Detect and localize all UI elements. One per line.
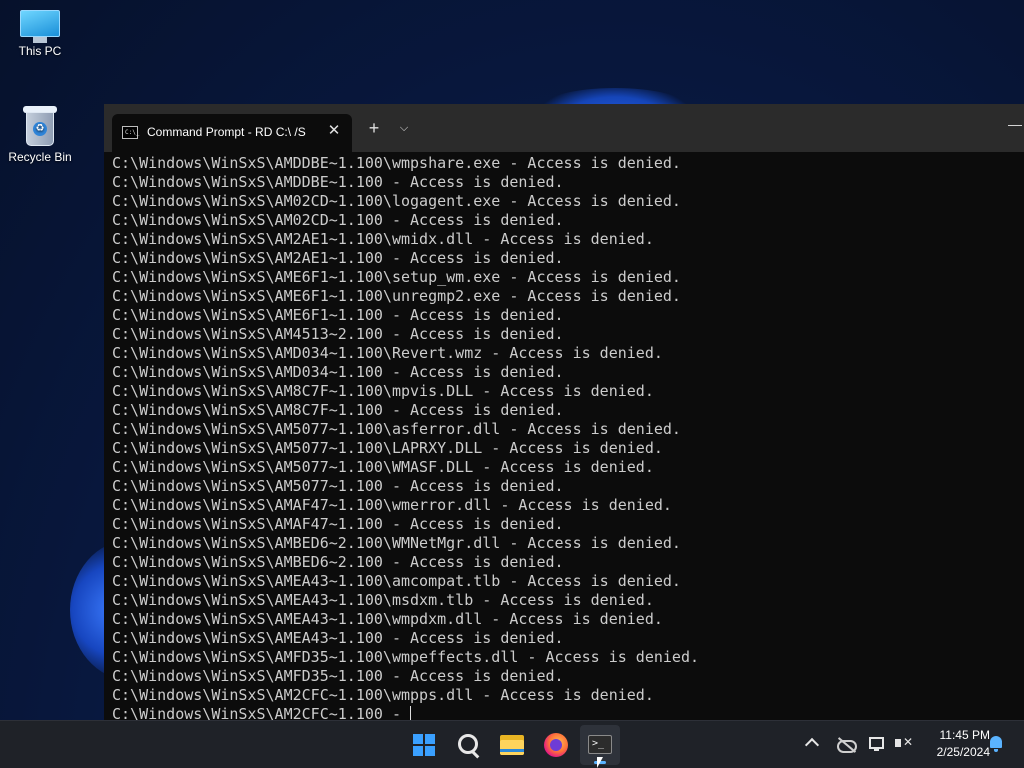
- console-line: C:\Windows\WinSxS\AMD034~1.100 - Access …: [112, 363, 564, 381]
- close-tab-icon[interactable]: ✕: [324, 121, 344, 141]
- windows-logo-icon: [413, 734, 435, 756]
- console-line: C:\Windows\WinSxS\AM4513~2.100 - Access …: [112, 325, 564, 343]
- console-line: C:\Windows\WinSxS\AMD034~1.100\Revert.wm…: [112, 344, 663, 362]
- onedrive-offline-icon[interactable]: [834, 721, 858, 768]
- notification-bell-icon[interactable]: [988, 736, 1004, 752]
- console-line: C:\Windows\WinSxS\AM2AE1~1.100\wmidx.dll…: [112, 230, 654, 248]
- desktop-icon-recycle-bin[interactable]: ♻ Recycle Bin: [0, 106, 80, 164]
- chevron-up-icon: [804, 737, 820, 753]
- console-line: C:\Windows\WinSxS\AMDDBE~1.100\wmpshare.…: [112, 154, 681, 172]
- new-tab-button[interactable]: +: [362, 116, 386, 140]
- clock[interactable]: 11:45 PM 2/25/2024: [920, 727, 990, 761]
- network-icon[interactable]: [866, 721, 890, 768]
- console-line: C:\Windows\WinSxS\AM5077~1.100\LAPRXY.DL…: [112, 439, 663, 457]
- text-cursor: [410, 706, 412, 720]
- console-line: C:\Windows\WinSxS\AMBED6~2.100 - Access …: [112, 553, 564, 571]
- search-button[interactable]: [448, 725, 488, 765]
- console-line: C:\Windows\WinSxS\AM2CFC~1.100\wmpps.dll…: [112, 686, 654, 704]
- terminal-icon: >_: [588, 735, 612, 754]
- console-line: C:\Windows\WinSxS\AM8C7F~1.100\mpvis.DLL…: [112, 382, 654, 400]
- desktop-icon-label: Recycle Bin: [8, 150, 72, 164]
- console-line: C:\Windows\WinSxS\AMEA43~1.100\amcompat.…: [112, 572, 681, 590]
- desktop-icon-label: This PC: [18, 44, 62, 58]
- console-line: C:\Windows\WinSxS\AME6F1~1.100 - Access …: [112, 306, 564, 324]
- console-line: C:\Windows\WinSxS\AME6F1~1.100\unregmp2.…: [112, 287, 681, 305]
- console-line: C:\Windows\WinSxS\AM02CD~1.100 - Access …: [112, 211, 564, 229]
- console-line: C:\Windows\WinSxS\AM5077~1.100\asferror.…: [112, 420, 681, 438]
- this-pc-icon: [20, 10, 60, 43]
- tab-title: Command Prompt - RD C:\ /S: [147, 125, 306, 139]
- mouse-pointer-icon: [597, 757, 603, 768]
- console-current-line: C:\Windows\WinSxS\AM2CFC~1.100 -: [112, 705, 1016, 720]
- console-line: C:\Windows\WinSxS\AMDDBE~1.100 - Access …: [112, 173, 564, 191]
- clock-time: 11:45 PM: [939, 728, 990, 742]
- console-output[interactable]: C:\Windows\WinSxS\AMDDBE~1.100\wmpshare.…: [112, 154, 1016, 720]
- console-line: C:\Windows\WinSxS\AM02CD~1.100\logagent.…: [112, 192, 681, 210]
- start-button[interactable]: [404, 725, 444, 765]
- recycle-bin-icon: ♻: [23, 106, 57, 146]
- console-line: C:\Windows\WinSxS\AMFD35~1.100\wmpeffect…: [112, 648, 699, 666]
- search-icon: [458, 734, 478, 754]
- console-line: C:\Windows\WinSxS\AM8C7F~1.100 - Access …: [112, 401, 564, 419]
- console-current-text: C:\Windows\WinSxS\AM2CFC~1.100 -: [112, 705, 411, 720]
- title-bar[interactable]: C:\_ Command Prompt - RD C:\ /S ✕ + ⌵ —: [104, 104, 1024, 152]
- console-line: C:\Windows\WinSxS\AMEA43~1.100\msdxm.tlb…: [112, 591, 654, 609]
- console-line: C:\Windows\WinSxS\AM2AE1~1.100 - Access …: [112, 249, 564, 267]
- clock-date: 2/25/2024: [936, 745, 990, 759]
- console-line: C:\Windows\WinSxS\AMEA43~1.100\wmpdxm.dl…: [112, 610, 663, 628]
- console-line: C:\Windows\WinSxS\AMAF47~1.100 - Access …: [112, 515, 564, 533]
- minimize-button[interactable]: —: [1008, 114, 1024, 138]
- console-line: C:\Windows\WinSxS\AMBED6~2.100\WMNetMgr.…: [112, 534, 681, 552]
- firefox-button[interactable]: [536, 725, 576, 765]
- command-prompt-icon: C:\_: [122, 126, 139, 139]
- volume-muted-icon[interactable]: ✕: [892, 721, 914, 768]
- terminal-window: C:\_ Command Prompt - RD C:\ /S ✕ + ⌵ — …: [104, 104, 1024, 720]
- tab-command-prompt[interactable]: C:\_ Command Prompt - RD C:\ /S ✕: [112, 114, 352, 152]
- console-line: C:\Windows\WinSxS\AM5077~1.100\WMASF.DLL…: [112, 458, 654, 476]
- desktop-icon-this-pc[interactable]: This PC: [0, 10, 80, 58]
- chevron-down-icon[interactable]: ⌵: [392, 116, 416, 140]
- taskbar: >_ ✕ 11:45 PM 2/25/2024: [0, 720, 1024, 768]
- file-explorer-button[interactable]: [492, 725, 532, 765]
- console-line: C:\Windows\WinSxS\AME6F1~1.100\setup_wm.…: [112, 268, 681, 286]
- console-line: C:\Windows\WinSxS\AMFD35~1.100 - Access …: [112, 667, 564, 685]
- show-hidden-icons-button[interactable]: [800, 721, 824, 768]
- console-line: C:\Windows\WinSxS\AMEA43~1.100 - Access …: [112, 629, 564, 647]
- console-line: C:\Windows\WinSxS\AM5077~1.100 - Access …: [112, 477, 564, 495]
- console-line: C:\Windows\WinSxS\AMAF47~1.100\wmerror.d…: [112, 496, 672, 514]
